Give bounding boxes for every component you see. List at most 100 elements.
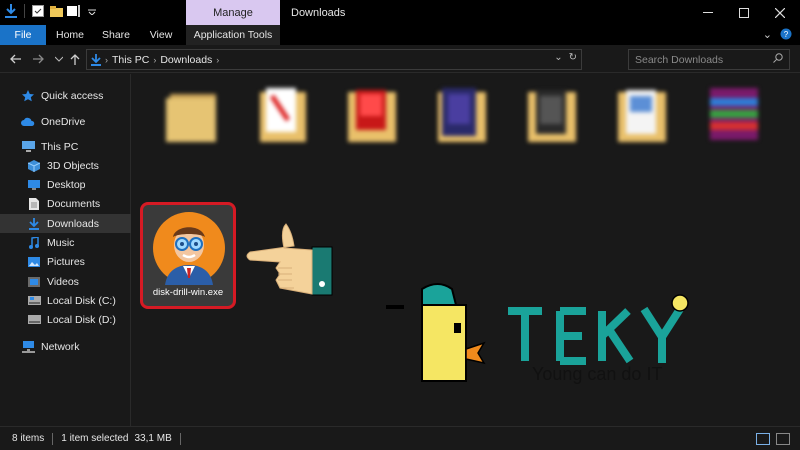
list-item[interactable]	[242, 84, 322, 194]
svg-text:?: ?	[784, 30, 789, 39]
up-button[interactable]	[66, 50, 84, 68]
close-icon	[775, 7, 785, 18]
file-name: disk-drill-win.exe	[152, 287, 224, 298]
network-icon	[20, 340, 36, 354]
folder-icon	[438, 88, 486, 142]
sidebar-item-label: Music	[47, 236, 75, 249]
folder-icon	[260, 88, 306, 142]
forward-button[interactable]	[30, 50, 48, 68]
sidebar-item-label: Documents	[47, 197, 101, 210]
music-icon	[26, 236, 42, 250]
sidebar-item-label: 3D Objects	[47, 159, 99, 172]
back-arrow-icon	[10, 54, 21, 64]
sidebar-item-quick-access[interactable]: Quick access	[0, 86, 131, 105]
sidebar-item-3d-objects[interactable]: 3D Objects	[0, 156, 131, 175]
list-item[interactable]	[602, 84, 682, 194]
drive-icon	[26, 294, 42, 308]
sidebar-item-label: Quick access	[41, 89, 104, 102]
pictures-icon	[26, 255, 42, 269]
quick-access-toolbar	[4, 4, 99, 18]
window-title: Downloads	[291, 7, 346, 19]
cloud-icon	[20, 115, 36, 129]
search-input[interactable]	[635, 53, 765, 66]
sidebar-item-label: Network	[41, 340, 80, 353]
help-icon[interactable]: ?	[780, 28, 792, 43]
status-divider	[52, 432, 54, 445]
document-icon	[26, 197, 42, 211]
maximize-button[interactable]	[726, 0, 762, 25]
address-end-controls: ⌄ ↻	[554, 52, 577, 63]
sidebar-item-downloads[interactable]: Downloads	[0, 214, 131, 233]
minimize-button[interactable]	[690, 0, 726, 25]
download-icon	[26, 217, 42, 231]
breadcrumb-downloads[interactable]: Downloads	[156, 54, 216, 66]
close-button[interactable]	[762, 0, 798, 25]
forward-arrow-icon	[33, 54, 44, 64]
sidebar-item-label: OneDrive	[41, 115, 86, 128]
list-item-selected[interactable]: disk-drill-win.exe	[140, 202, 236, 309]
folder-icon	[528, 90, 576, 142]
sidebar-item-videos[interactable]: Videos	[0, 272, 131, 291]
folder-icon	[348, 90, 396, 142]
sidebar-item-music[interactable]: Music	[0, 233, 131, 252]
minimize-icon	[703, 11, 713, 13]
sidebar-item-label: This PC	[41, 140, 79, 153]
sidebar-item-onedrive[interactable]: OneDrive	[0, 112, 131, 131]
tab-view[interactable]: View	[141, 25, 181, 45]
pointing-hand-icon	[246, 223, 333, 296]
refresh-icon[interactable]: ↻	[569, 52, 577, 63]
drive-icon	[26, 313, 42, 327]
breadcrumb-chevron-icon[interactable]: ›	[216, 55, 219, 65]
properties-icon[interactable]	[31, 4, 45, 18]
download-arrow-icon[interactable]	[4, 4, 18, 18]
archive-icon	[710, 88, 758, 140]
folder-icon	[166, 94, 216, 142]
sidebar-item-documents[interactable]: Documents	[0, 194, 131, 213]
sidebar-item-pictures[interactable]: Pictures	[0, 252, 131, 271]
breadcrumb-this-pc[interactable]: This PC	[108, 54, 153, 66]
manage-tab[interactable]: Manage	[186, 0, 280, 25]
address-path[interactable]: › This PC › Downloads › ⌄ ↻	[86, 49, 582, 70]
list-item[interactable]	[332, 84, 412, 194]
sidebar-item-desktop[interactable]: Desktop	[0, 175, 131, 194]
folder-icon	[618, 90, 666, 142]
maximize-icon	[739, 7, 749, 18]
logo-tagline: Young can do IT	[532, 364, 663, 384]
desktop-icon	[26, 178, 42, 192]
computer-icon	[20, 140, 36, 154]
sidebar-item-this-pc[interactable]: This PC	[0, 137, 131, 156]
star-icon	[20, 89, 36, 103]
qat-divider	[24, 4, 25, 18]
list-item[interactable]	[512, 84, 592, 194]
file-list: disk-drill-win.exe Young can do IT	[132, 74, 800, 426]
chevron-down-icon[interactable]: ⌄	[763, 28, 772, 43]
up-arrow-icon	[70, 54, 80, 65]
view-switcher	[756, 433, 790, 445]
search-box[interactable]	[628, 49, 790, 70]
rename-icon[interactable]	[67, 4, 81, 18]
selection-size: 33,1 MB	[134, 433, 172, 444]
list-item[interactable]	[422, 84, 502, 194]
history-dropdown-icon[interactable]: ⌄	[554, 52, 562, 63]
sidebar-item-network[interactable]: Network	[0, 337, 131, 356]
list-item[interactable]	[694, 84, 774, 194]
selection-count: 1 item selected	[61, 433, 129, 444]
status-bar: 8 items 1 item selected 33,1 MB	[0, 426, 800, 450]
navigation-pane: Quick access OneDrive This PC 3D Objects…	[0, 74, 131, 426]
tab-share[interactable]: Share	[96, 25, 136, 45]
tab-application-tools[interactable]: Application Tools	[186, 25, 280, 45]
details-view-icon[interactable]	[756, 433, 770, 445]
download-icon	[87, 53, 105, 66]
sidebar-item-label: Desktop	[47, 178, 86, 191]
large-icons-view-icon[interactable]	[776, 433, 790, 445]
sidebar-item-local-disk-c[interactable]: Local Disk (C:)	[0, 291, 131, 310]
sidebar-item-local-disk-d[interactable]: Local Disk (D:)	[0, 310, 131, 329]
tab-file[interactable]: File	[0, 25, 46, 45]
back-button[interactable]	[6, 50, 24, 68]
cube-icon	[26, 159, 42, 173]
customize-dropdown-icon[interactable]	[85, 4, 99, 18]
tab-home[interactable]: Home	[50, 25, 90, 45]
list-item[interactable]	[152, 84, 232, 194]
new-folder-icon[interactable]	[49, 4, 63, 18]
search-icon	[773, 53, 783, 66]
